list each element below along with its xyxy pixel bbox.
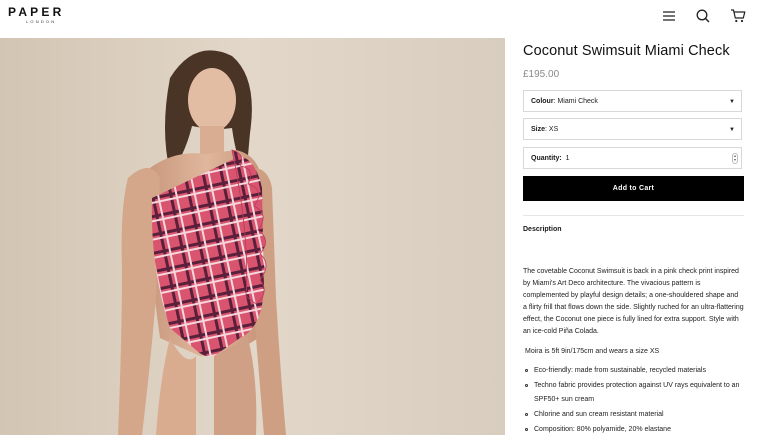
- colour-label: Colour: [531, 98, 554, 105]
- chevron-down-icon: ▼: [729, 127, 735, 133]
- model-size-note: Moira is 5ft 9in/175cm and wears a size …: [525, 348, 660, 355]
- quantity-stepper[interactable]: Quantity: 1 ▴ ▾: [523, 147, 742, 169]
- list-item: Techno fabric provides protection agains…: [523, 379, 744, 406]
- stepper-arrows-icon[interactable]: ▴ ▾: [732, 153, 738, 164]
- quantity-value[interactable]: 1: [566, 155, 570, 162]
- cart-icon[interactable]: [730, 8, 746, 24]
- product-title: Coconut Swimsuit Miami Check: [523, 43, 730, 59]
- product-details-panel: Coconut Swimsuit Miami Check £195.00 Col…: [523, 38, 744, 433]
- product-image[interactable]: [0, 38, 505, 435]
- size-label: Size: [531, 126, 546, 133]
- description-text: The covetable Coconut Swimsuit is back i…: [523, 268, 744, 336]
- brand-logo[interactable]: PAPER LONDON: [8, 6, 64, 24]
- add-to-cart-button[interactable]: Add to Cart: [523, 176, 744, 201]
- size-select[interactable]: Size: XS ▼: [523, 118, 742, 140]
- hamburger-menu-icon[interactable]: [661, 8, 677, 24]
- search-icon[interactable]: [695, 8, 711, 24]
- logo-subtitle: LONDON: [26, 19, 57, 24]
- size-value: XS: [548, 126, 559, 133]
- description-heading[interactable]: Description: [523, 226, 562, 233]
- feature-list: Eco-friendly: made from sustainable, rec…: [523, 364, 744, 438]
- colour-value: Miami Check: [557, 98, 598, 105]
- site-header: PAPER LONDON: [0, 0, 759, 38]
- colour-select[interactable]: Colour: Miami Check ▼: [523, 90, 742, 112]
- logo-wordmark: PAPER: [8, 5, 65, 19]
- list-item: Chlorine and sun cream resistant materia…: [523, 408, 744, 422]
- product-price: £195.00: [523, 69, 560, 80]
- divider: [523, 215, 744, 216]
- list-item: Composition: 80% polyamide, 20% elastane: [523, 423, 744, 437]
- list-item: Eco-friendly: made from sustainable, rec…: [523, 364, 744, 378]
- quantity-label: Quantity:: [531, 155, 562, 162]
- chevron-down-icon: ▼: [729, 99, 735, 105]
